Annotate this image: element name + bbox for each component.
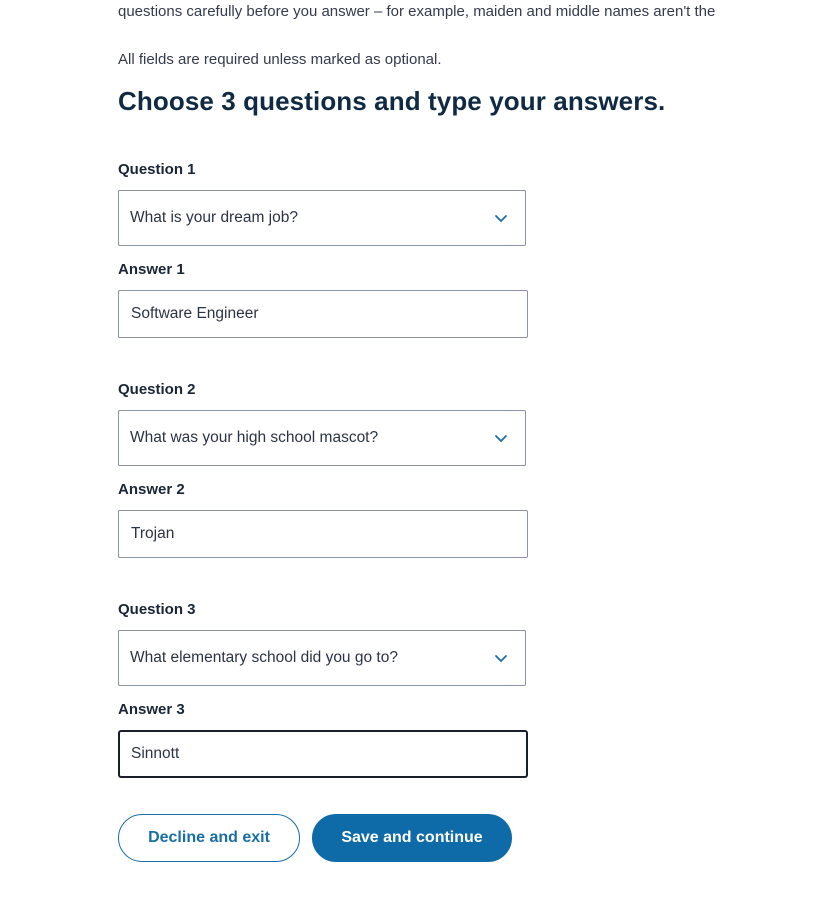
answer-3-input[interactable] xyxy=(118,730,528,778)
answer-2-input[interactable] xyxy=(118,510,528,558)
page-title: Choose 3 questions and type your answers… xyxy=(118,86,666,116)
decline-and-exit-button[interactable]: Decline and exit xyxy=(118,814,300,862)
chevron-down-icon xyxy=(495,435,507,442)
chevron-down-icon xyxy=(495,655,507,662)
question-3-label: Question 3 xyxy=(118,601,196,618)
question-1-selected-value: What is your dream job? xyxy=(130,209,298,226)
answer-1-input[interactable] xyxy=(118,290,528,338)
question-1-label: Question 1 xyxy=(118,161,196,178)
question-3-selected-value: What elementary school did you go to? xyxy=(130,649,398,666)
question-2-selected-value: What was your high school mascot? xyxy=(130,429,379,446)
question-2-select[interactable]: What was your high school mascot? xyxy=(118,410,526,466)
question-3-select[interactable]: What elementary school did you go to? xyxy=(118,630,526,686)
save-and-continue-button[interactable]: Save and continue xyxy=(312,814,512,862)
chevron-down-icon xyxy=(495,215,507,222)
answer-1-label: Answer 1 xyxy=(118,261,185,278)
required-fields-note: All fields are required unless marked as… xyxy=(118,51,442,68)
intro-text: questions carefully before you answer – … xyxy=(118,3,716,20)
question-1-select[interactable]: What is your dream job? xyxy=(118,190,526,246)
question-2-label: Question 2 xyxy=(118,381,196,398)
answer-3-label: Answer 3 xyxy=(118,701,185,718)
answer-2-label: Answer 2 xyxy=(118,481,185,498)
